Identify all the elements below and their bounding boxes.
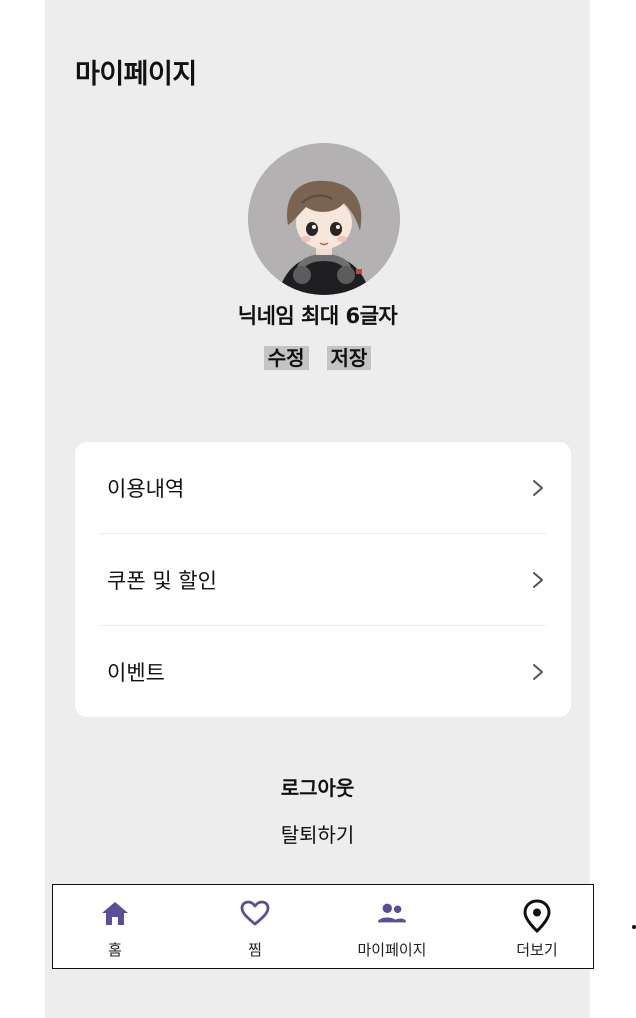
menu-item-coupons[interactable]: 쿠폰 및 할인 (100, 534, 547, 625)
map-pin-icon (521, 899, 553, 933)
edge-dot (632, 925, 636, 929)
chevron-right-icon (533, 479, 543, 496)
tab-label: 마이페이지 (357, 941, 427, 959)
tab-favorites[interactable]: 찜 (225, 885, 285, 967)
tab-home[interactable]: 홈 (85, 885, 145, 967)
tab-label: 더보기 (516, 941, 558, 959)
edit-nickname-button[interactable]: 수정 (263, 346, 309, 370)
tab-label: 홈 (108, 941, 122, 959)
menu-item-label: 쿠폰 및 할인 (107, 568, 217, 593)
tab-more[interactable]: 더보기 (504, 885, 570, 967)
page-title: 마이페이지 (75, 59, 197, 90)
heart-icon (239, 899, 271, 929)
tab-label: 찜 (248, 941, 262, 959)
chevron-right-icon (533, 571, 543, 588)
profile-avatar[interactable] (248, 143, 400, 295)
nickname-actions: 수정 저장 (45, 346, 590, 370)
menu-item-label: 이용내역 (107, 476, 185, 501)
home-icon (99, 899, 131, 929)
nickname-text: 닉네임 최대 6글자 (237, 304, 398, 328)
withdraw-link[interactable]: 탈퇴하기 (45, 819, 590, 848)
menu-card: 이용내역 쿠폰 및 할인 이벤트 (75, 442, 571, 717)
people-icon (376, 899, 408, 929)
bottom-tab-bar: 홈 찜 마이페이지 더보기 (52, 884, 594, 969)
menu-item-label: 이벤트 (107, 660, 165, 685)
app-screen: 마이페이지 닉네임 최대 6글자 수정 저장 이용내역 쿠폰 및 할인 이벤트 … (45, 0, 590, 1018)
tab-mypage[interactable]: 마이페이지 (347, 885, 437, 967)
avatar-illustration (248, 143, 400, 295)
save-nickname-button[interactable]: 저장 (326, 346, 372, 370)
menu-item-usage-history[interactable]: 이용내역 (100, 442, 547, 533)
chevron-right-icon (533, 663, 543, 680)
menu-item-events[interactable]: 이벤트 (100, 626, 547, 717)
logout-link[interactable]: 로그아웃 (45, 772, 590, 801)
